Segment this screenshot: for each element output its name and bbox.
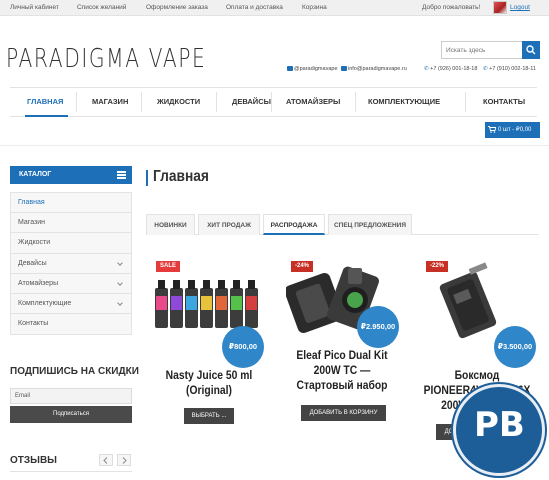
avatar[interactable] <box>493 1 507 14</box>
chevron-down-icon[interactable] <box>117 259 123 266</box>
chevron-left-icon <box>103 457 108 464</box>
menu-icon <box>117 171 126 179</box>
category-home[interactable]: Главная <box>11 193 131 214</box>
nav-accessories[interactable]: КОМПЛЕКТУЮЩИЕ <box>368 88 440 116</box>
nav-shop[interactable]: МАГАЗИН <box>92 88 128 116</box>
nav-atomizers[interactable]: АТОМАЙЗЕРЫ <box>286 88 340 116</box>
catalog-list: Главная Магазин Жидкости Девайсы Атомайз… <box>10 192 132 336</box>
price-badge: ₽800,00 <box>222 326 264 368</box>
reviews-divider <box>10 471 132 480</box>
header-divider <box>0 145 549 146</box>
category-shop[interactable]: Магазин <box>11 213 131 234</box>
add-to-cart-button[interactable]: ДОБАВИТЬ В КОРЗИНУ <box>301 405 386 421</box>
reviews-prev-button[interactable] <box>99 454 113 466</box>
nav-divider <box>355 92 356 112</box>
nav-divider <box>465 92 466 112</box>
discount-badge: -24% <box>291 261 314 272</box>
site-logo[interactable]: PARADIGMA VAPE <box>6 44 206 74</box>
product-name[interactable]: Nasty Juice 50 ml (Original) <box>154 368 264 398</box>
chevron-down-icon[interactable] <box>117 300 123 306</box>
chevron-right-icon <box>122 457 127 464</box>
nav-active-underline <box>25 115 68 117</box>
nav-home[interactable]: ГЛАВНАЯ <box>27 88 63 116</box>
category-atomizers[interactable]: Атомайзеры <box>11 274 131 294</box>
wishlist-link[interactable]: Список желаний <box>77 4 126 11</box>
chevron-down-icon[interactable] <box>117 279 123 286</box>
category-contacts[interactable]: Контакты <box>11 314 131 334</box>
top-bar: Личный кабинет Список желаний Оформление… <box>0 0 549 16</box>
page-title: Главная <box>153 168 209 185</box>
instagram-icon <box>287 66 293 72</box>
nav-divider <box>141 92 142 112</box>
product-name[interactable]: Eleaf Pico Dual Kit 200W TC — Стартовый … <box>287 348 397 393</box>
search-button[interactable] <box>522 41 540 59</box>
phone-contact-2[interactable]: ✆ +7 (910) 002-18-11 <box>483 66 536 72</box>
search-box <box>441 41 540 59</box>
subscribe-heading: ПОДПИШИСЬ НА СКИДКИ <box>10 366 139 377</box>
price-badge: ₽3.500,00 <box>494 326 536 368</box>
cart-button[interactable]: 0 шт - ₽0,00 <box>485 122 540 138</box>
subscribe-button[interactable]: Подписаться <box>10 406 132 423</box>
search-icon <box>526 45 536 55</box>
tab-special-offers[interactable]: СПЕЦ ПРЕДЛОЖЕНИЯ <box>328 214 412 235</box>
checkout-link[interactable]: Оформление заказа <box>146 4 208 11</box>
search-input[interactable] <box>442 42 524 58</box>
category-liquids[interactable]: Жидкости <box>11 233 131 254</box>
email-contact[interactable]: info@paradigmavape.ru <box>341 66 407 72</box>
delivery-link[interactable]: Оплата и доставка <box>226 4 283 11</box>
mail-icon <box>341 66 347 72</box>
email-field[interactable]: Email <box>10 388 132 404</box>
instagram-contact[interactable]: @paradigmavape <box>287 66 338 72</box>
product-tabs: НОВИНКИ ХИТ ПРОДАЖ РАСПРОДАЖА СПЕЦ ПРЕДЛ… <box>146 214 539 235</box>
category-devices[interactable]: Девайсы <box>11 254 131 274</box>
watermark-text: PB <box>474 405 525 445</box>
reviews-next-button[interactable] <box>117 454 131 466</box>
nav-divider <box>76 92 77 112</box>
category-accessories[interactable]: Комплектующие <box>11 294 131 315</box>
tab-bestsellers[interactable]: ХИТ ПРОДАЖ <box>198 214 260 235</box>
tab-sale[interactable]: РАСПРОДАЖА <box>263 214 325 235</box>
main-nav: ГЛАВНАЯ МАГАЗИН ЖИДКОСТИ ДЕВАЙСЫ АТОМАЙЗ… <box>10 87 537 117</box>
select-options-button[interactable]: ВЫБРАТЬ ... <box>184 408 234 424</box>
nav-divider <box>216 92 217 112</box>
nav-divider <box>271 92 272 112</box>
tab-new[interactable]: НОВИНКИ <box>146 214 195 235</box>
welcome-text: Добро пожаловать! <box>422 4 481 11</box>
reviews-heading: ОТЗЫВЫ <box>10 455 57 466</box>
nav-devices[interactable]: ДЕВАЙСЫ <box>232 88 271 116</box>
title-accent-bar <box>146 170 148 186</box>
discount-badge: -22% <box>426 261 449 272</box>
nav-contacts[interactable]: КОНТАКТЫ <box>483 88 525 116</box>
sale-badge: SALE <box>156 261 181 272</box>
account-link[interactable]: Личный кабинет <box>10 4 59 11</box>
cart-icon <box>488 125 497 133</box>
phone-icon: ✆ <box>424 66 429 72</box>
price-badge: ₽2.950,00 <box>357 306 399 348</box>
phone-contact-1[interactable]: ✆ +7 (926) 001-18-18 <box>424 66 477 72</box>
catalog-header[interactable]: КАТАЛОГ <box>10 166 132 184</box>
logout-link[interactable]: Logout <box>510 4 530 11</box>
cart-link[interactable]: Корзина <box>302 4 327 11</box>
nav-liquids[interactable]: ЖИДКОСТИ <box>157 88 200 116</box>
phone-icon: ✆ <box>483 66 488 72</box>
